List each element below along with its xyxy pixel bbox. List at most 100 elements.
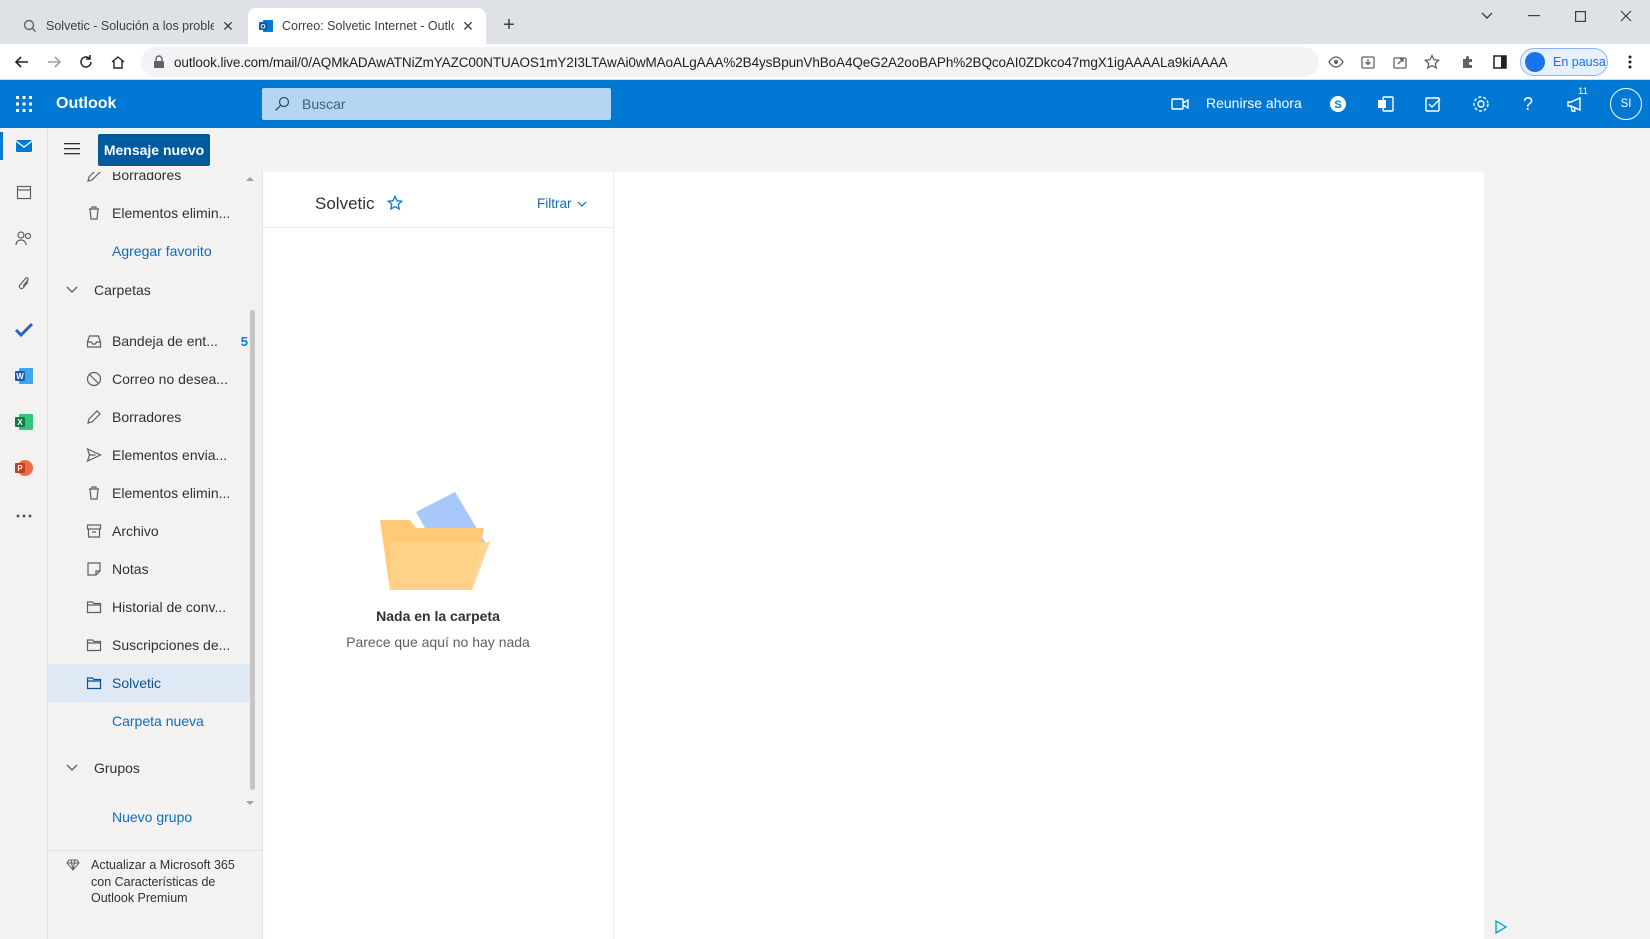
empty-folder-illustration [380, 482, 500, 598]
profile-button[interactable]: En pausa [1520, 48, 1608, 76]
maximize-icon[interactable] [1560, 6, 1600, 26]
app-name[interactable]: Outlook [56, 95, 116, 113]
back-arrow-icon[interactable] [10, 50, 34, 74]
favorite-deleted-items[interactable]: Elementos elimin... [48, 194, 248, 232]
section-label: Carpetas [94, 282, 151, 298]
powerpoint-icon[interactable]: P [12, 456, 36, 480]
todo-check-icon[interactable] [12, 318, 36, 342]
search-input[interactable] [302, 96, 602, 112]
close-window-icon[interactable] [1606, 6, 1646, 26]
new-folder-label: Carpeta nueva [112, 713, 204, 729]
search-favicon-icon [22, 18, 38, 34]
new-tab-button[interactable]: + [498, 14, 520, 36]
folder-junk[interactable]: Correo no desea... [48, 360, 248, 398]
tab-search-chevron-icon[interactable] [1467, 6, 1507, 26]
folder-inbox[interactable]: Bandeja de ent... 5 [48, 322, 248, 360]
scroll-down-arrow-icon[interactable] [246, 800, 254, 806]
settings-gear-icon[interactable] [1469, 92, 1493, 116]
forward-arrow-icon[interactable] [42, 50, 66, 74]
side-panel-icon[interactable] [1488, 50, 1512, 74]
browser-menu-icon[interactable] [1618, 50, 1642, 74]
pencil-icon [86, 409, 102, 425]
svg-text:X: X [17, 418, 23, 427]
folder-icon [86, 637, 102, 653]
meet-now-button[interactable]: Reunirse ahora [1206, 95, 1302, 111]
account-avatar[interactable]: SI [1610, 88, 1642, 120]
home-icon[interactable] [106, 50, 130, 74]
new-folder-link[interactable]: Carpeta nueva [48, 702, 248, 740]
word-icon[interactable]: W [12, 364, 36, 388]
folder-conversation-history[interactable]: Historial de conv... [48, 588, 248, 626]
browser-toolbar: outlook.live.com/mail/0/AQMkADAwATNiZmYA… [0, 44, 1650, 80]
empty-subtitle: Parece que aquí no hay nada [346, 634, 530, 650]
minimize-icon[interactable] [1514, 6, 1554, 26]
scroll-up-arrow-icon[interactable] [246, 176, 254, 182]
folder-subscriptions[interactable]: Suscripciones de... [48, 626, 248, 664]
install-app-icon[interactable] [1356, 50, 1380, 74]
folder-drafts[interactable]: Borradores [48, 398, 248, 436]
browser-tab-solvetic[interactable]: Solvetic - Solución a los problemas ✕ [12, 8, 246, 44]
address-bar[interactable]: outlook.live.com/mail/0/AQMkADAwATNiZmYA… [141, 47, 1319, 77]
new-group-link[interactable]: Nuevo grupo [48, 798, 248, 836]
favorite-drafts[interactable]: Borradores [48, 172, 248, 194]
pencil-icon [86, 172, 102, 183]
office-apps-icon[interactable] [1374, 92, 1398, 116]
ad-choices-icon[interactable] [1494, 920, 1508, 934]
extensions-puzzle-icon[interactable] [1456, 50, 1480, 74]
tab-title: Solvetic - Solución a los problemas [46, 19, 214, 33]
folder-notes[interactable]: Notas [48, 550, 248, 588]
folder-solvetic[interactable]: Solvetic [48, 664, 250, 702]
folders-section-header[interactable]: Carpetas [48, 274, 248, 306]
eye-icon[interactable] [1324, 50, 1348, 74]
people-icon[interactable] [12, 226, 36, 250]
groups-section-header[interactable]: Grupos [48, 752, 248, 784]
close-tab-icon[interactable]: ✕ [460, 18, 476, 34]
bookmark-star-icon[interactable] [1420, 50, 1444, 74]
search-box[interactable] [262, 88, 611, 120]
skype-icon[interactable]: S [1326, 92, 1350, 116]
favorite-star-icon[interactable] [387, 195, 403, 211]
chevron-down-icon [66, 286, 78, 294]
upgrade-promo[interactable]: Actualizar a Microsoft 365 con Caracterí… [48, 850, 262, 939]
help-icon[interactable]: ? [1516, 92, 1540, 116]
folder-title: Solvetic [315, 194, 375, 213]
more-apps-icon[interactable] [12, 504, 36, 528]
browser-tab-bar: Solvetic - Solución a los problemas ✕ O … [0, 0, 1650, 44]
archive-icon [86, 523, 102, 539]
folder-label: Borradores [112, 409, 182, 425]
trash-icon [86, 485, 102, 501]
calendar-icon[interactable] [12, 180, 36, 204]
reload-icon[interactable] [74, 50, 98, 74]
folder-pane-scrollbar[interactable] [250, 310, 255, 790]
folder-sent[interactable]: Elementos envia... [48, 436, 248, 474]
attachment-paperclip-icon[interactable] [12, 272, 36, 296]
folder-label: Archivo [112, 523, 159, 539]
new-message-button[interactable]: Mensaje nuevo [98, 134, 210, 166]
app-launcher-waffle-icon[interactable] [12, 92, 36, 116]
chevron-down-icon [66, 764, 78, 772]
outlook-header: Outlook Reunirse ahora S ? 11 SI [0, 80, 1650, 128]
folder-label: Correo no desea... [112, 371, 228, 387]
excel-icon[interactable]: X [12, 410, 36, 434]
upgrade-text: Actualizar a Microsoft 365 con Caracterí… [91, 858, 235, 905]
folder-label: Solvetic [112, 675, 162, 691]
mail-icon[interactable] [12, 134, 36, 158]
video-camera-icon[interactable] [1168, 92, 1192, 116]
close-tab-icon[interactable]: ✕ [220, 18, 236, 34]
folder-archive[interactable]: Archivo [48, 512, 248, 550]
active-indicator [0, 132, 3, 160]
search-icon [274, 96, 290, 112]
hamburger-menu-icon[interactable] [64, 142, 80, 156]
tab-title: Correo: Solvetic Internet - Outlook [282, 19, 454, 33]
section-label: Grupos [94, 760, 140, 776]
folder-deleted[interactable]: Elementos elimin... [48, 474, 248, 512]
share-icon[interactable] [1388, 50, 1412, 74]
blocked-icon [86, 371, 102, 387]
todo-icon[interactable] [1421, 92, 1445, 116]
diamond-icon [66, 859, 80, 871]
add-favorite-link[interactable]: Agregar favorito [48, 232, 248, 270]
browser-tab-outlook[interactable]: O Correo: Solvetic Internet - Outlook ✕ [248, 8, 486, 44]
folder-icon [86, 675, 102, 691]
empty-title: Nada en la carpeta [376, 608, 500, 624]
filter-button[interactable]: Filtrar [537, 196, 587, 211]
